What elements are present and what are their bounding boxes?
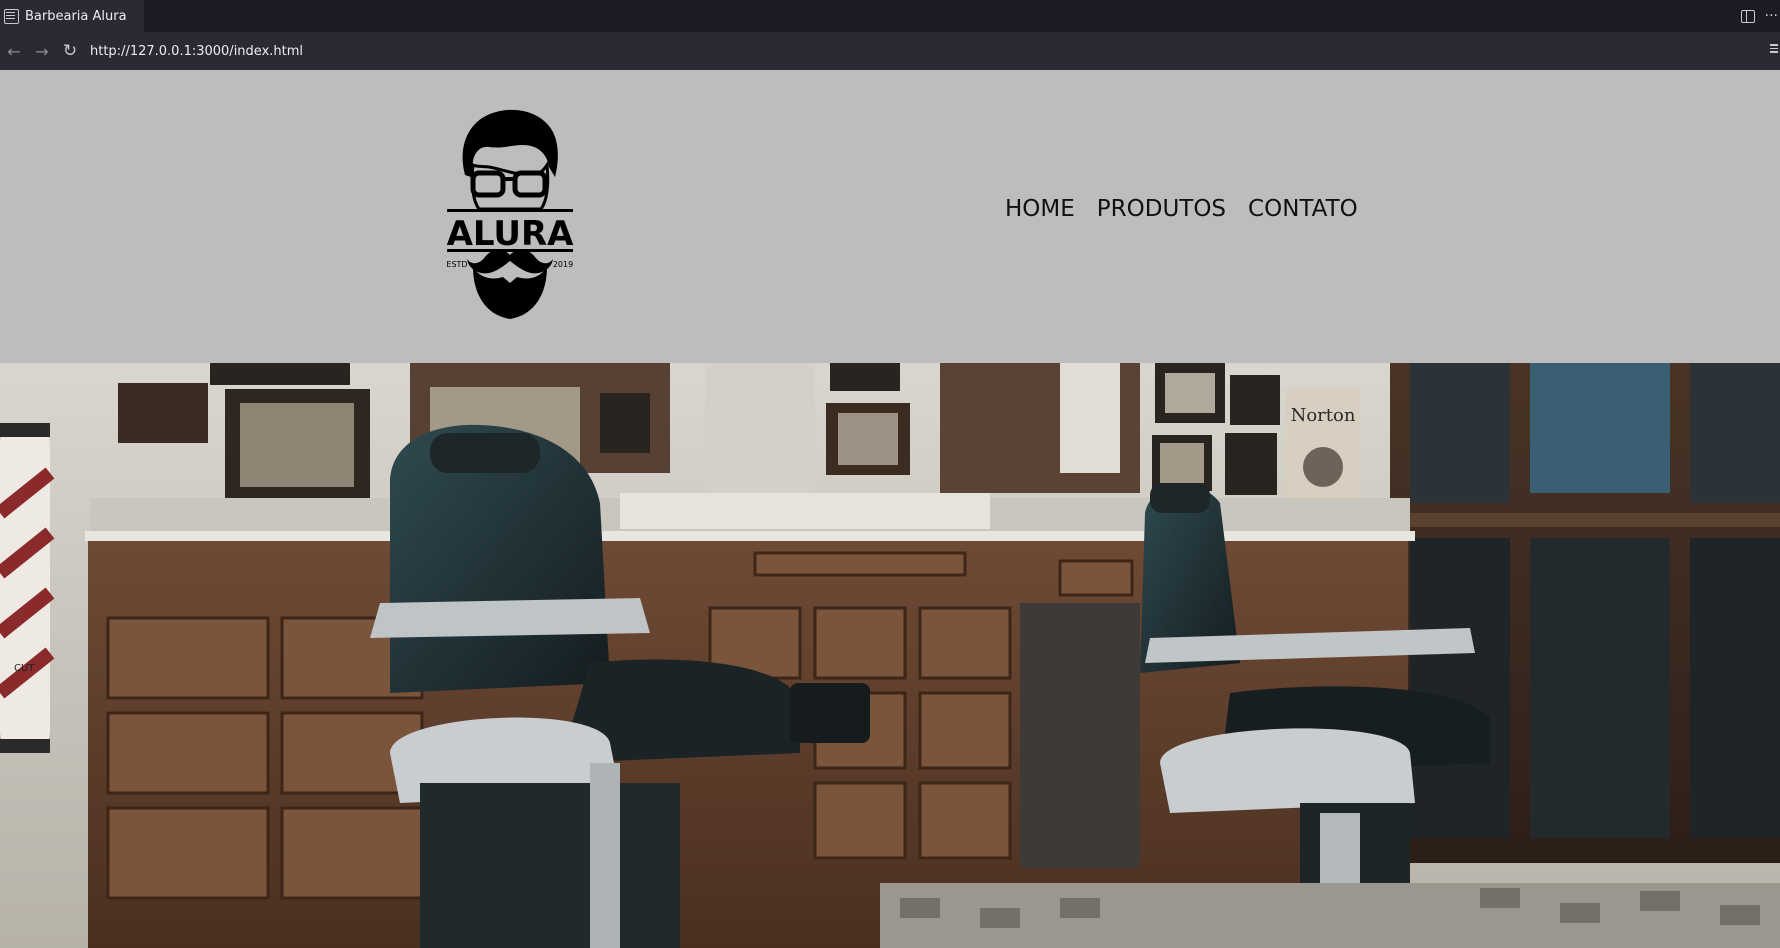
page: ALURA ESTD 2019 HOME PRODUTOS CONTATO No… <box>0 70 1780 948</box>
alura-logo[interactable]: ALURA ESTD 2019 <box>445 105 575 323</box>
reload-icon: ↻ <box>62 41 78 61</box>
logo-established-left: ESTD <box>446 260 467 269</box>
arrow-right-icon: → <box>35 41 49 61</box>
logo-glasses-left <box>470 170 506 198</box>
norton-poster-text: Norton <box>1291 405 1356 426</box>
more-icon[interactable]: ··· <box>1765 8 1778 24</box>
browser-tab-bar: Barbearia Alura ··· <box>0 0 1780 32</box>
tab-title: Barbearia Alura <box>25 8 127 24</box>
hero-barbershop-image: Norton CUT <box>0 363 1780 948</box>
browser-tab[interactable]: Barbearia Alura <box>0 0 144 32</box>
logo-beard <box>473 267 547 319</box>
split-view-icon[interactable] <box>1740 9 1755 23</box>
url-field[interactable]: http://127.0.0.1:3000/index.html <box>90 44 303 59</box>
main-nav: HOME PRODUTOS CONTATO <box>1005 196 1358 222</box>
page-icon <box>4 8 19 24</box>
address-bar: ← → ↻ http://127.0.0.1:3000/index.html <box>0 32 1780 70</box>
nav-produtos-link[interactable]: PRODUTOS <box>1097 196 1226 222</box>
logo-brand: ALURA <box>447 214 575 254</box>
tab-bar-actions: ··· <box>1740 0 1780 32</box>
arrow-left-icon: ← <box>7 41 21 61</box>
logo-established-right: 2019 <box>553 260 573 269</box>
barber-pole-text: CUT <box>14 663 35 674</box>
reload-button[interactable]: ↻ <box>56 37 84 65</box>
site-header: ALURA ESTD 2019 HOME PRODUTOS CONTATO <box>0 70 1780 363</box>
nav-contato-link[interactable]: CONTATO <box>1248 196 1358 222</box>
menu-icon[interactable] <box>1770 44 1778 54</box>
forward-button[interactable]: → <box>28 37 56 65</box>
logo-glasses-right <box>512 170 548 198</box>
back-button[interactable]: ← <box>0 37 28 65</box>
nav-home-link[interactable]: HOME <box>1005 196 1075 222</box>
